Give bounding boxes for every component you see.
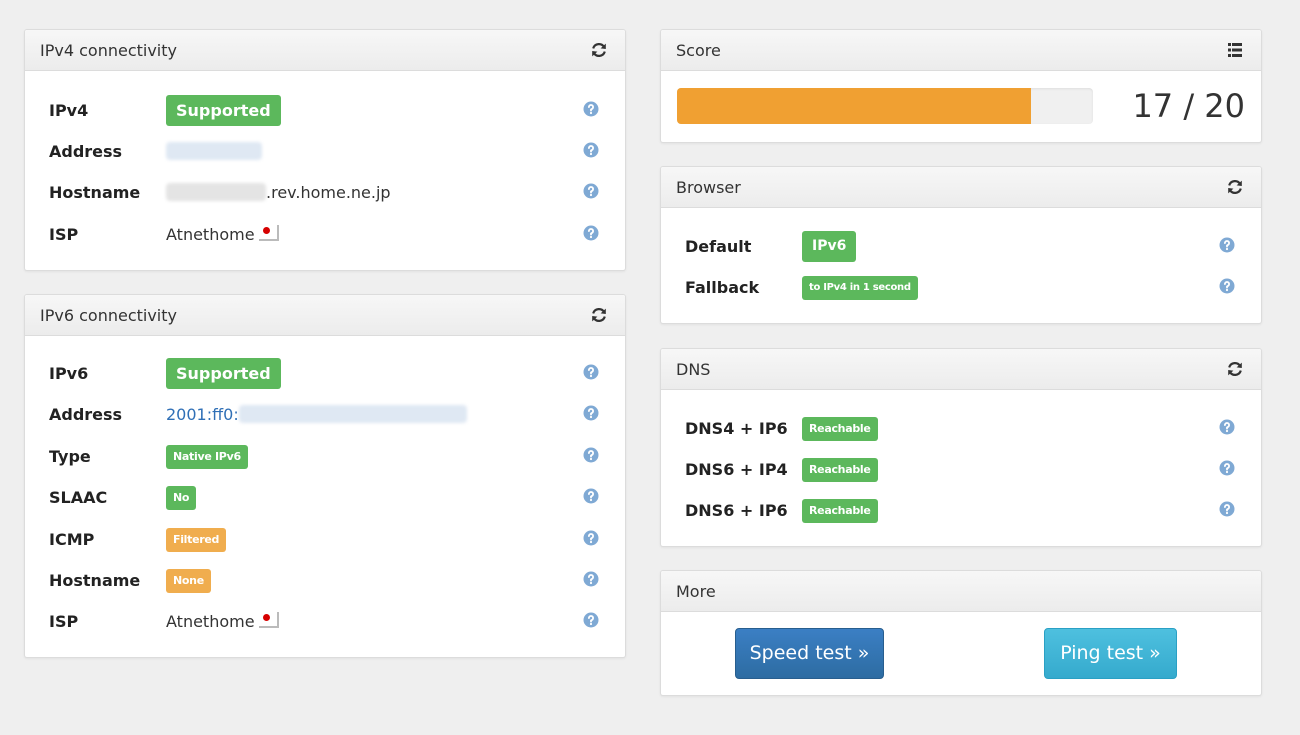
ipv6-type-row: Type Native IPv6 (25, 442, 625, 472)
ipv6-panel-title: IPv6 connectivity (40, 306, 177, 325)
help-icon[interactable] (583, 571, 599, 587)
ipv4-panel-header: IPv4 connectivity (25, 30, 625, 71)
score-progress-fill (677, 88, 1031, 124)
ipv6-isp-value: Atnethome (166, 612, 279, 631)
ipv6-isp-name: Atnethome (166, 612, 255, 631)
browser-default-label: Default (685, 237, 752, 256)
ping-test-button[interactable]: Ping test » (1044, 628, 1177, 679)
ipv6-icmp-label: ICMP (49, 530, 95, 549)
dns6-ip6-label: DNS6 + IP6 (685, 501, 788, 520)
ipv4-hostname-suffix: .rev.home.ne.jp (266, 183, 391, 202)
ipv6-hostname-badge: None (166, 569, 211, 593)
help-icon[interactable] (1219, 278, 1235, 294)
ipv6-isp-label: ISP (49, 612, 79, 631)
score-progress-bar (677, 88, 1093, 124)
score-panel: Score 17 / 20 (660, 29, 1262, 143)
ipv4-address-label: Address (49, 142, 123, 161)
ipv6-icmp-badge: Filtered (166, 528, 227, 552)
dns4-ip6-badge: Reachable (802, 417, 878, 441)
more-panel-header: More (661, 571, 1261, 612)
flag-japan-icon (258, 612, 279, 628)
dns-panel: DNS DNS4 + IP6 Reachable DNS6 + IP4 Reac… (660, 348, 1262, 547)
refresh-icon[interactable] (589, 305, 609, 325)
ipv6-isp-row: ISP Atnethome (25, 607, 625, 637)
ipv4-label: IPv4 (49, 101, 89, 120)
dns-panel-header: DNS (661, 349, 1261, 390)
help-icon[interactable] (583, 101, 599, 117)
browser-fallback-row: Fallback to IPv4 in 1 second (661, 273, 1261, 303)
ipv6-panel-header: IPv6 connectivity (25, 295, 625, 336)
ipv6-address-row: Address 2001:ff0: (25, 400, 625, 430)
ipv4-hostname-row: Hostname .rev.home.ne.jp (25, 178, 625, 208)
dns-panel-title: DNS (676, 360, 711, 379)
refresh-icon[interactable] (589, 40, 609, 60)
ipv6-address-value: 2001:ff0: (166, 405, 467, 424)
ipv6-support-row: IPv6 Supported (25, 358, 625, 389)
help-icon[interactable] (583, 612, 599, 628)
ipv6-type-label: Type (49, 447, 91, 466)
score-panel-title: Score (676, 41, 721, 60)
ipv6-slaac-badge: No (166, 486, 197, 510)
help-icon[interactable] (583, 364, 599, 380)
refresh-icon[interactable] (1225, 359, 1245, 379)
help-icon[interactable] (583, 142, 599, 158)
ipv6-address-prefix: 2001:ff0: (166, 405, 239, 424)
flag-japan-icon (258, 225, 279, 241)
browser-panel-title: Browser (676, 178, 741, 197)
dns6-ip6-badge: Reachable (802, 499, 878, 523)
ipv4-support-badge: Supported (166, 95, 281, 126)
browser-fallback-label: Fallback (685, 278, 760, 297)
ipv4-isp-name: Atnethome (166, 225, 255, 244)
ipv6-hostname-label: Hostname (49, 571, 141, 590)
ipv6-icmp-row: ICMP Filtered (25, 525, 625, 555)
browser-panel-header: Browser (661, 167, 1261, 208)
help-icon[interactable] (1219, 501, 1235, 517)
ipv6-slaac-label: SLAAC (49, 488, 108, 507)
ipv4-isp-label: ISP (49, 225, 79, 244)
dns6-ip4-row: DNS6 + IP4 Reachable (661, 455, 1261, 485)
ipv4-isp-row: ISP Atnethome (25, 220, 625, 250)
browser-default-row: Default IPv6 (661, 231, 1261, 262)
ipv6-panel: IPv6 connectivity IPv6 Supported Address… (24, 294, 626, 658)
ipv6-support-badge: Supported (166, 358, 281, 389)
ipv4-panel: IPv4 connectivity IPv4 Supported Address… (24, 29, 626, 271)
ipv4-address-row: Address (25, 137, 625, 167)
dns6-ip4-badge: Reachable (802, 458, 878, 482)
ipv4-hostname-value: .rev.home.ne.jp (166, 183, 391, 202)
dns6-ip6-row: DNS6 + IP6 Reachable (661, 496, 1261, 526)
dns6-ip4-label: DNS6 + IP4 (685, 460, 788, 479)
score-body: 17 / 20 (661, 71, 1261, 142)
ipv4-hostname-label: Hostname (49, 183, 141, 202)
more-panel: More Speed test » Ping test » (660, 570, 1262, 696)
help-icon[interactable] (1219, 237, 1235, 253)
help-icon[interactable] (583, 225, 599, 241)
refresh-icon[interactable] (1225, 177, 1245, 197)
ipv6-type-badge: Native IPv6 (166, 445, 248, 469)
ipv4-support-row: IPv4 Supported (25, 95, 625, 126)
dns4-ip6-row: DNS4 + IP6 Reachable (661, 414, 1261, 444)
ipv6-address-label: Address (49, 405, 123, 424)
score-panel-header: Score (661, 30, 1261, 71)
dns4-ip6-label: DNS4 + IP6 (685, 419, 788, 438)
help-icon[interactable] (583, 183, 599, 199)
help-icon[interactable] (583, 530, 599, 546)
score-value: 17 / 20 (1132, 87, 1245, 125)
browser-panel: Browser Default IPv6 Fallback to IPv4 in… (660, 166, 1262, 324)
more-panel-title: More (676, 582, 716, 601)
ipv6-label: IPv6 (49, 364, 89, 383)
speed-test-button[interactable]: Speed test » (735, 628, 884, 679)
browser-default-badge: IPv6 (802, 231, 857, 262)
browser-fallback-badge: to IPv4 in 1 second (802, 276, 918, 300)
ipv6-hostname-row: Hostname None (25, 566, 625, 596)
help-icon[interactable] (1219, 460, 1235, 476)
ipv6-slaac-row: SLAAC No (25, 483, 625, 513)
help-icon[interactable] (583, 405, 599, 421)
ipv4-panel-title: IPv4 connectivity (40, 41, 177, 60)
help-icon[interactable] (583, 488, 599, 504)
help-icon[interactable] (1219, 419, 1235, 435)
list-icon[interactable] (1225, 40, 1245, 60)
help-icon[interactable] (583, 447, 599, 463)
ipv4-isp-value: Atnethome (166, 225, 279, 244)
ipv4-address-value (166, 142, 262, 161)
